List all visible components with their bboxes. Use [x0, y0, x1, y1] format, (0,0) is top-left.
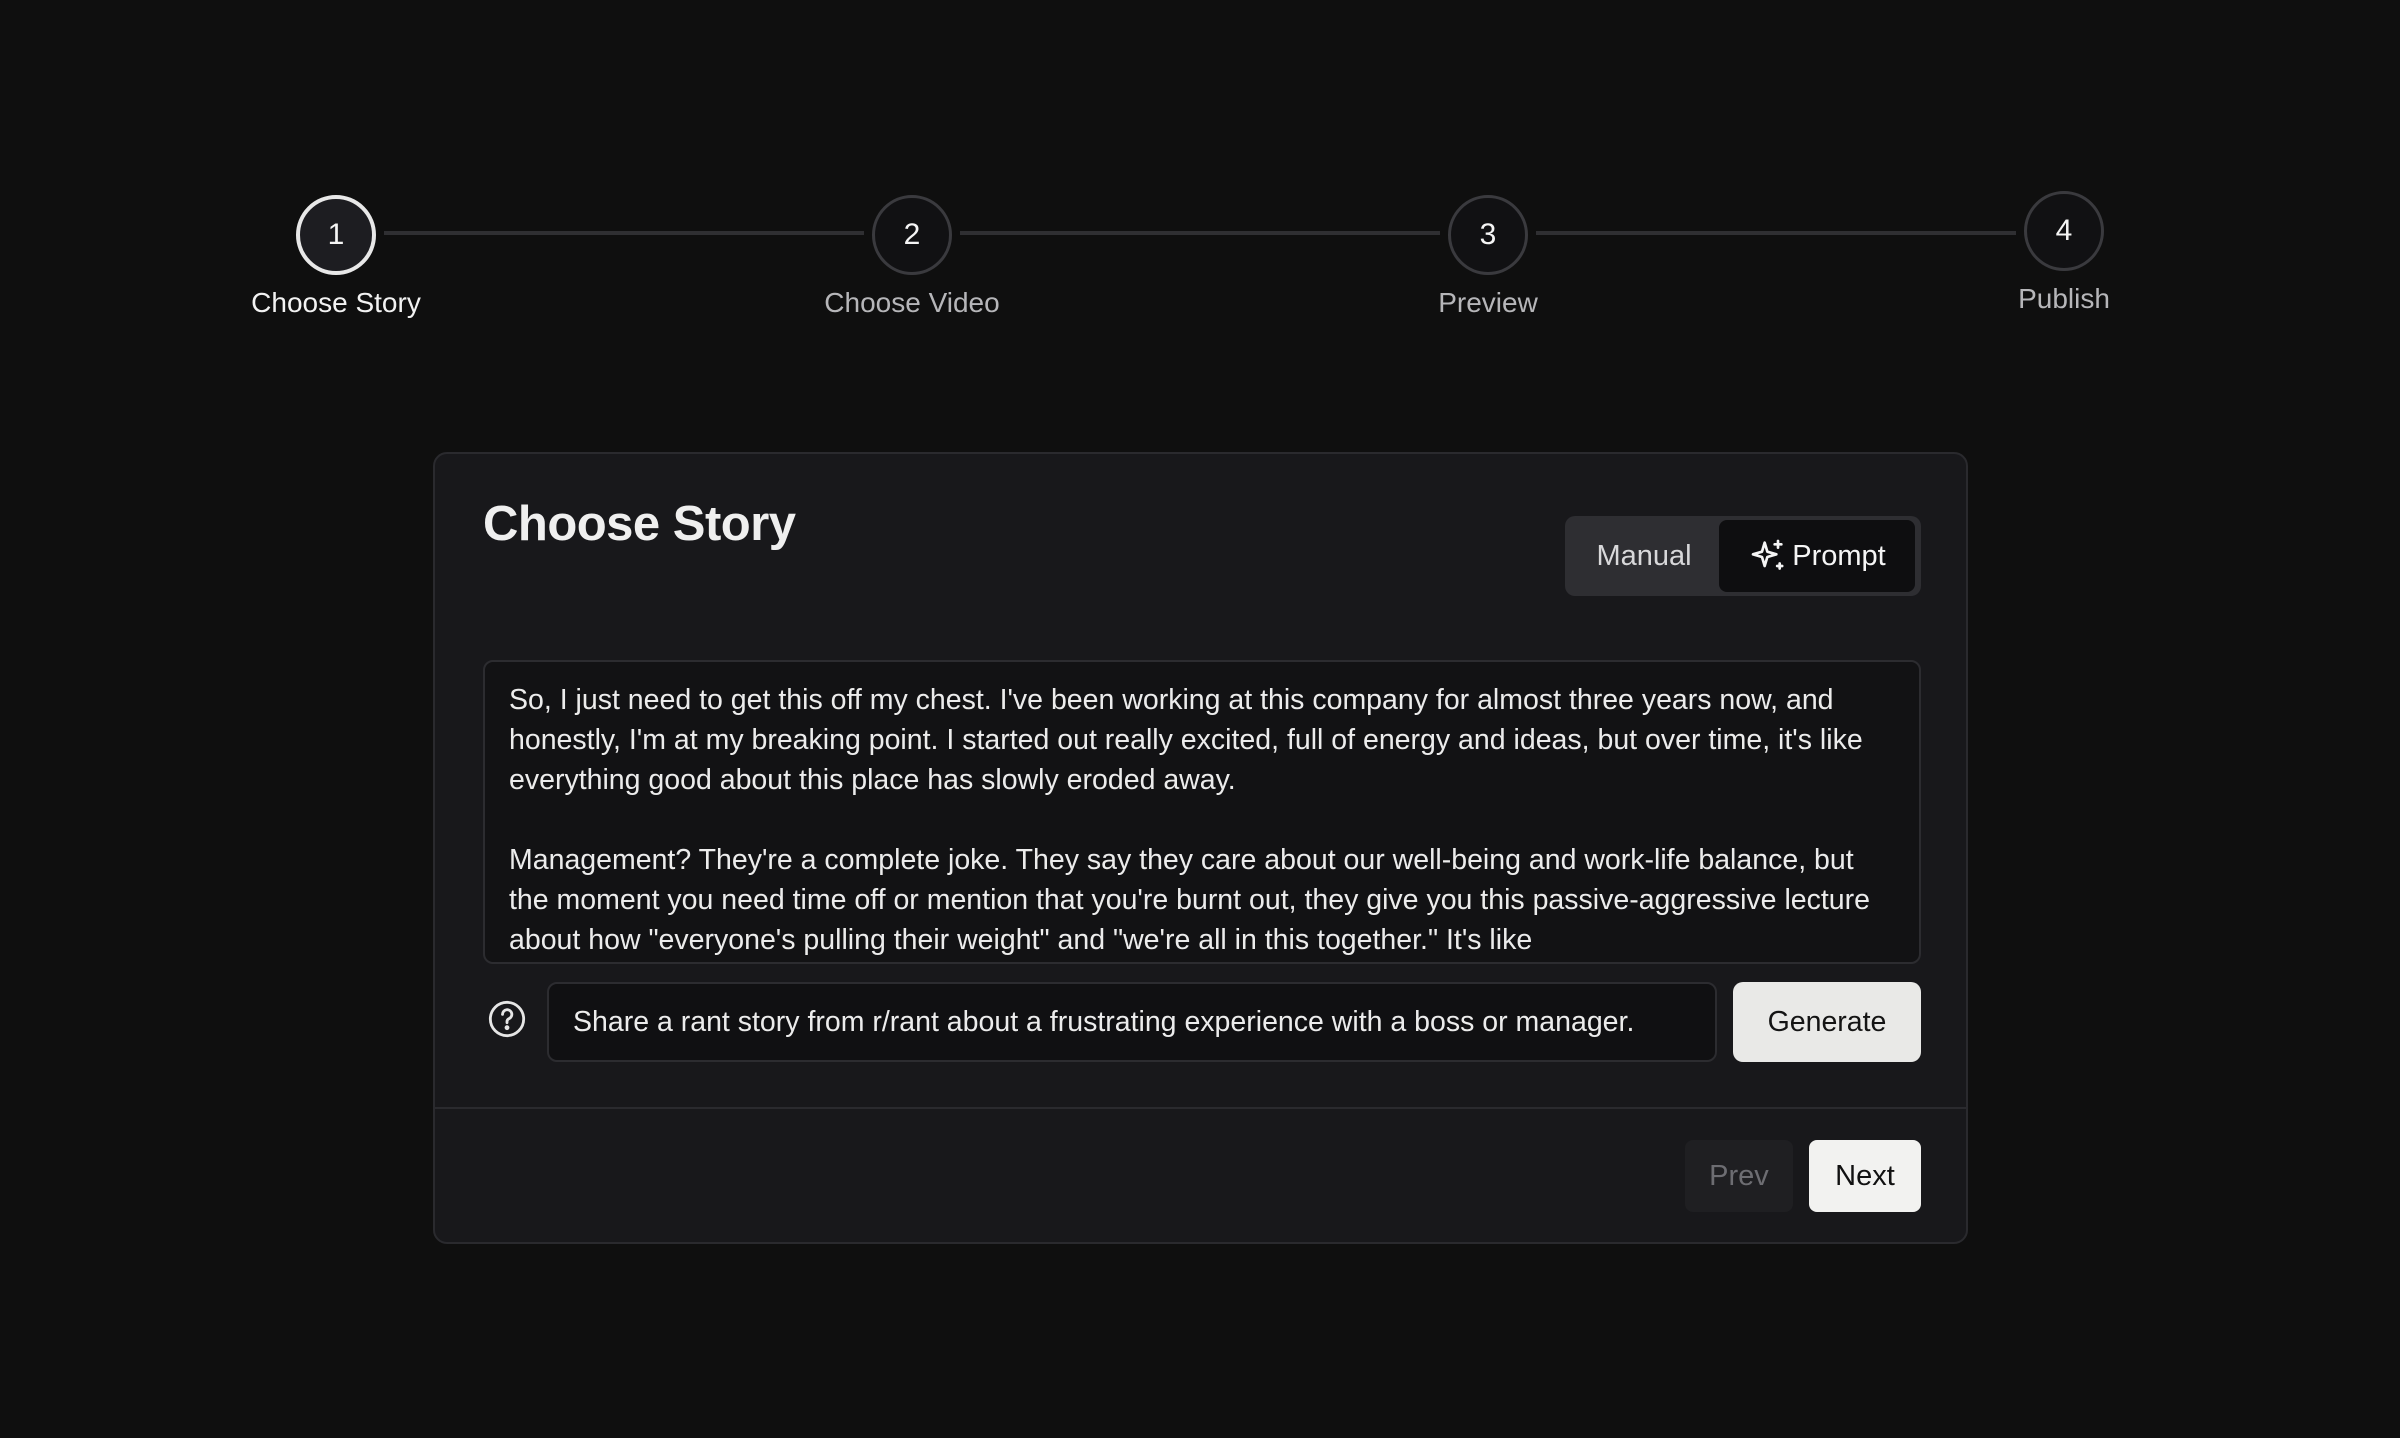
generate-button[interactable]: Generate: [1733, 982, 1921, 1062]
prompt-label: Prompt: [1792, 539, 1886, 572]
step-label: Preview: [1438, 287, 1538, 318]
prompt-input[interactable]: [547, 982, 1717, 1062]
step-number: 3: [1448, 195, 1528, 275]
step-label: Publish: [2018, 283, 2110, 314]
step-number: 2: [872, 195, 952, 275]
manual-mode-button[interactable]: Manual: [1569, 520, 1719, 592]
next-button[interactable]: Next: [1809, 1140, 1921, 1212]
step-label: Choose Story: [251, 287, 421, 318]
prev-button[interactable]: Prev: [1685, 1140, 1793, 1212]
progress-stepper: 1 Choose Story 2 Choose Video 3 Preview …: [0, 0, 2400, 340]
step-choose-video[interactable]: 2 Choose Video: [792, 195, 1032, 319]
card-divider: [435, 1107, 1966, 1109]
mode-toggle: Manual Prompt: [1565, 516, 1921, 596]
story-textarea[interactable]: So, I just need to get this off my chest…: [483, 660, 1921, 964]
step-label: Choose Video: [824, 287, 1000, 318]
step-preview[interactable]: 3 Preview: [1368, 195, 1608, 319]
step-choose-story[interactable]: 1 Choose Story: [216, 195, 456, 319]
step-number: 1: [296, 195, 376, 275]
question-circle-icon[interactable]: [487, 999, 527, 1039]
card-title: Choose Story: [483, 497, 796, 551]
choose-story-card: Choose Story Manual Prompt So, I just ne…: [433, 452, 1968, 1244]
sparkle-icon: [1751, 539, 1784, 570]
step-number: 4: [2024, 191, 2104, 271]
manual-label: Manual: [1596, 539, 1692, 572]
prompt-mode-button[interactable]: Prompt: [1719, 520, 1915, 592]
step-publish[interactable]: 4 Publish: [1944, 191, 2184, 315]
